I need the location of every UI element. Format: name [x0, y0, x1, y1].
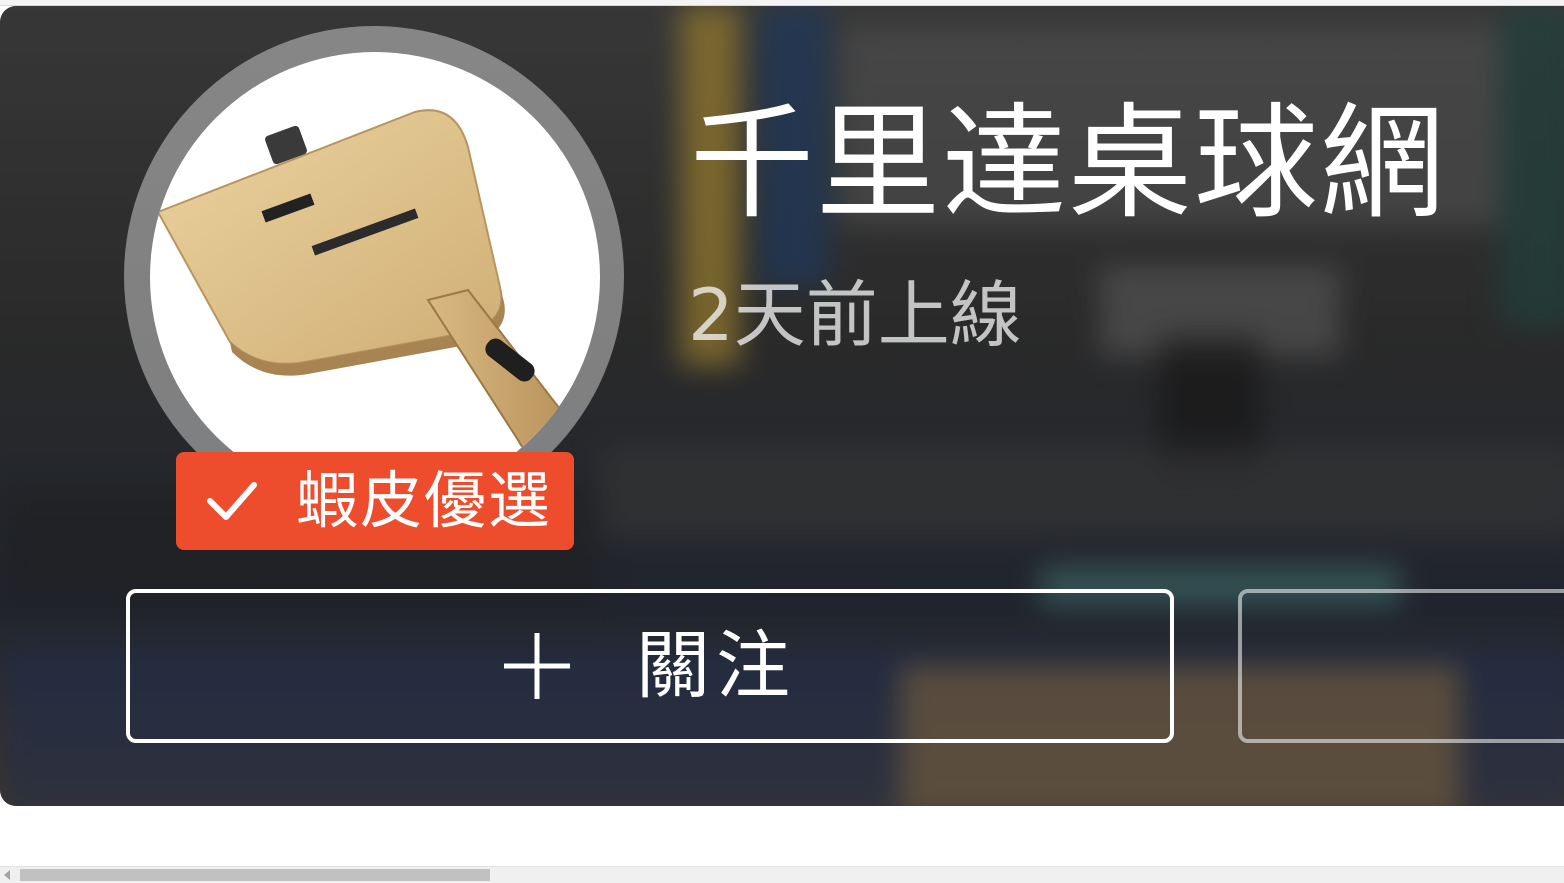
badge-label: 蝦皮優選 — [296, 464, 553, 537]
online-status: 2天前上線 — [688, 273, 1022, 357]
plus-icon — [504, 633, 570, 699]
horizontal-scrollbar[interactable] — [0, 866, 1564, 883]
shop-name: 千里達桌球網 — [690, 92, 1447, 236]
preferred-seller-badge: 蝦皮優選 — [176, 452, 574, 550]
chat-button[interactable] — [1238, 589, 1564, 743]
follow-label: 關注 — [636, 623, 796, 709]
follow-button[interactable]: 關注 — [126, 589, 1174, 743]
shop-avatar[interactable] — [150, 52, 600, 502]
checkmark-icon — [207, 482, 257, 520]
table-tennis-paddle-image — [156, 109, 575, 458]
scrollbar-thumb[interactable] — [20, 869, 490, 881]
scroll-left-arrow-icon[interactable] — [4, 870, 10, 880]
